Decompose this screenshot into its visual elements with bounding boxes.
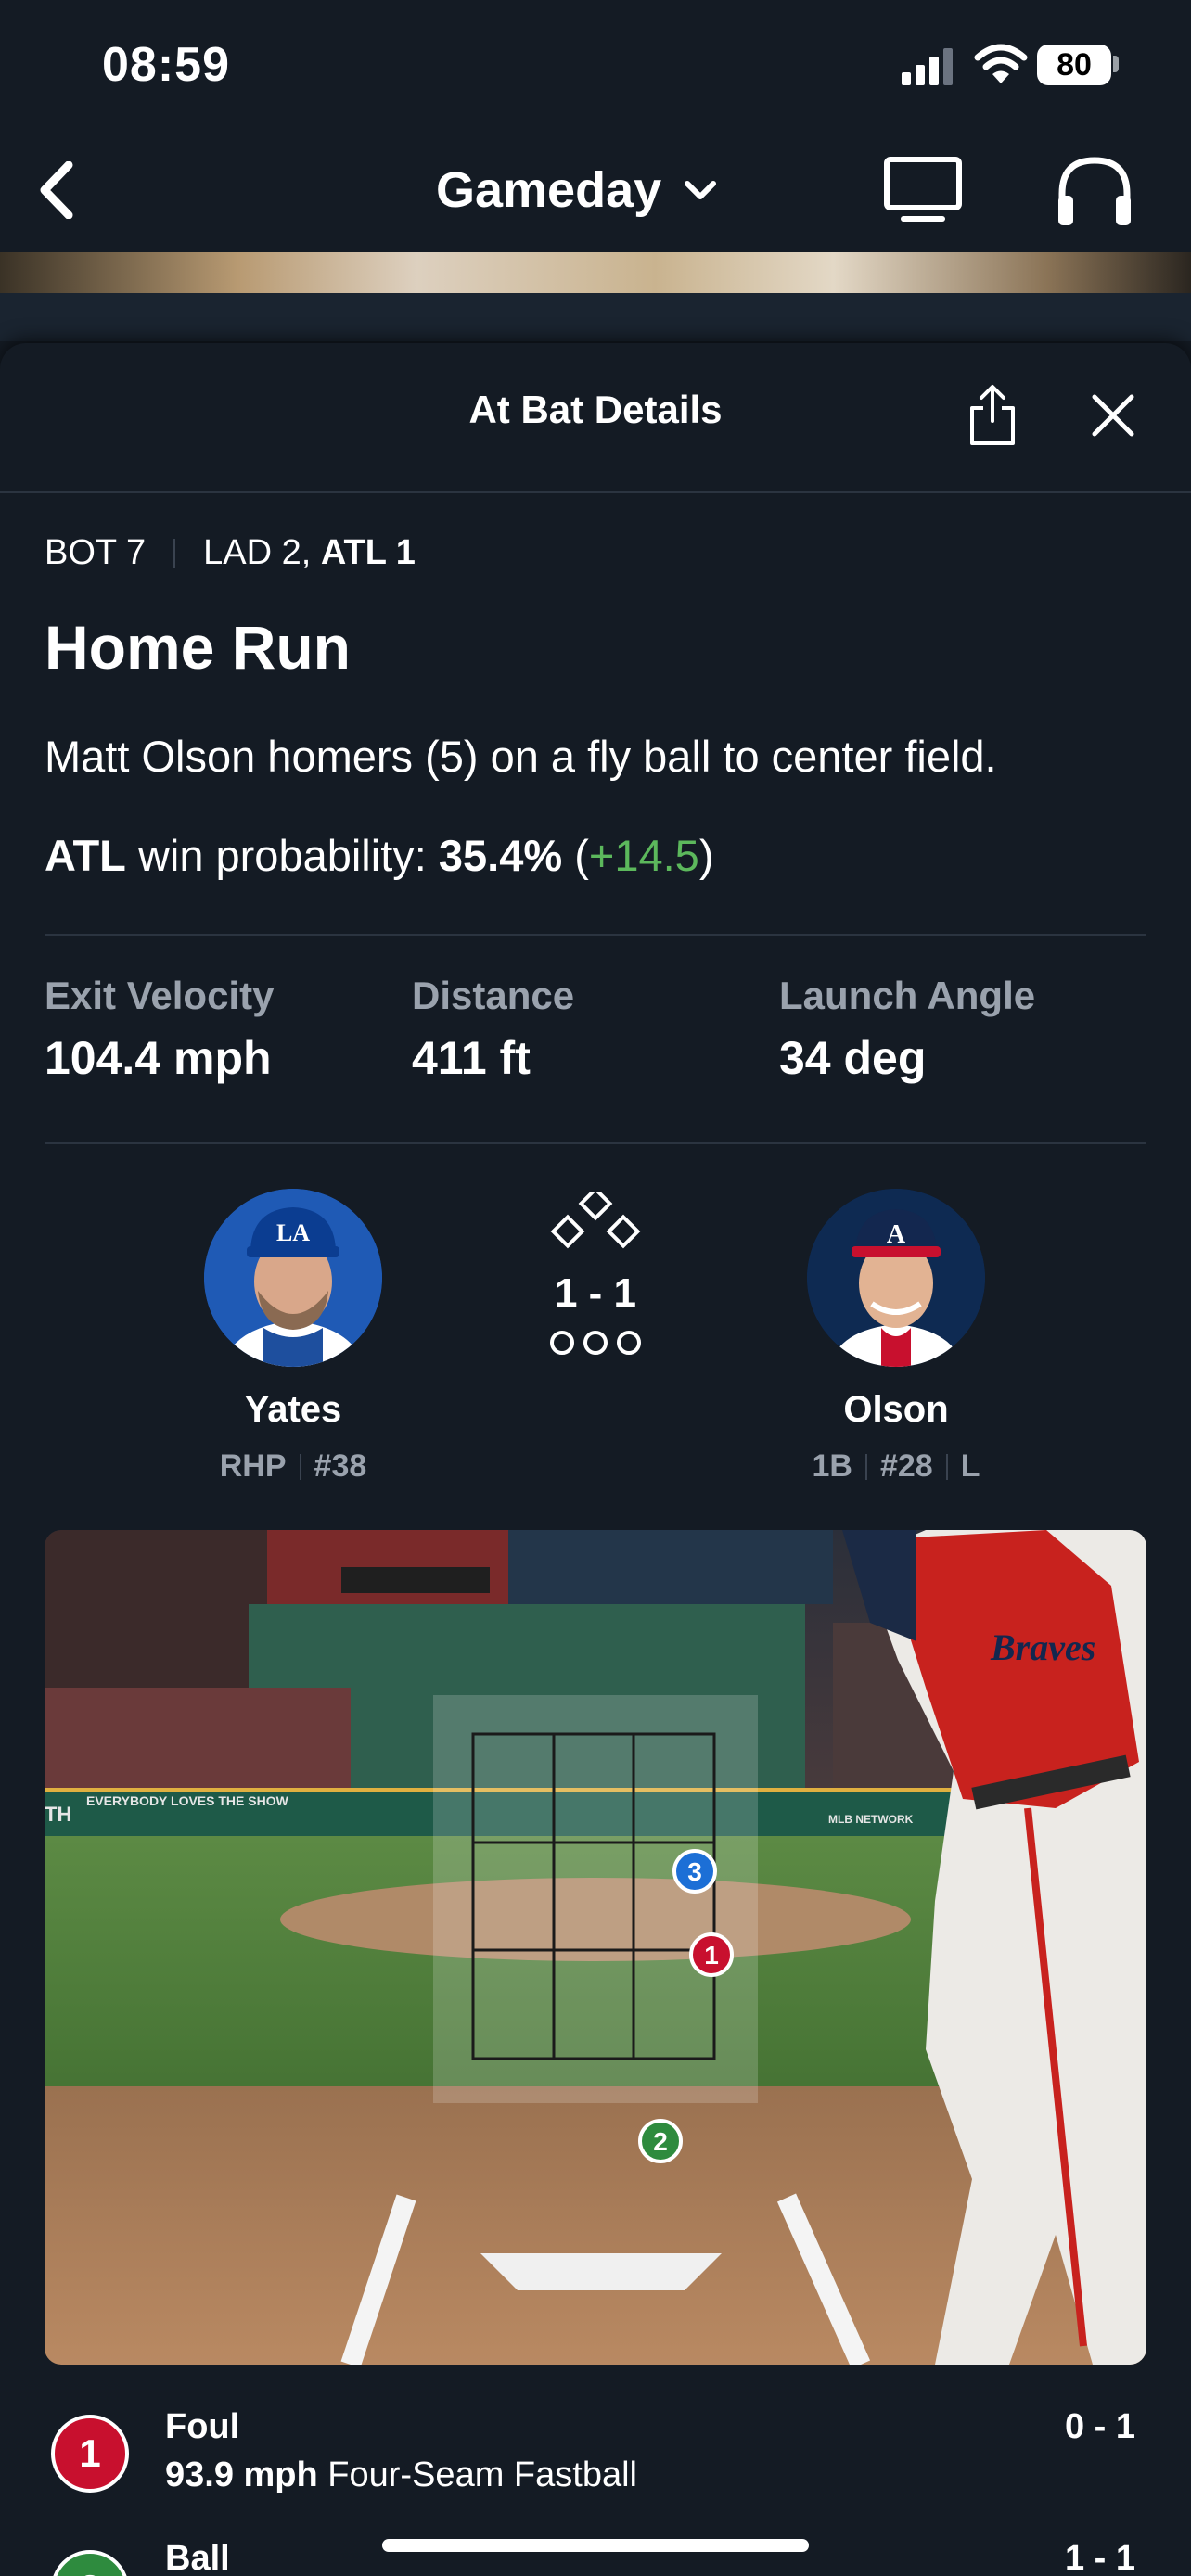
back-button[interactable] [28, 153, 83, 227]
home-score: ATL 1 [320, 533, 416, 572]
stadium-banner-text: EVERYBODY LOVES THE SHOW [86, 1793, 289, 1808]
battery-cap [1113, 56, 1119, 72]
stat-launch-angle: Launch Angle 34 deg [779, 974, 1035, 1085]
win-prob-value: 35.4% [438, 831, 563, 880]
close-icon[interactable] [1085, 388, 1141, 443]
jersey-logo-text: Braves [990, 1626, 1095, 1668]
nav-title: Gameday [436, 162, 662, 218]
batter-bats: L [960, 1448, 980, 1484]
stat-distance: Distance 411 ft [412, 974, 574, 1085]
pitch-result: Foul [165, 2407, 240, 2446]
separator [173, 538, 176, 568]
divider [0, 491, 1191, 493]
play-headline: Home Run [45, 613, 351, 682]
pitcher-avatar[interactable]: LA [204, 1189, 382, 1367]
pitch-marker-3[interactable]: 3 [672, 1849, 717, 1894]
separator [299, 1453, 301, 1480]
inning-score-line: BOT 7 LAD 2, ATL 1 [45, 533, 416, 573]
play-description: Matt Olson homers (5) on a fly ball to c… [45, 732, 997, 781]
win-probability: ATL win probability: 35.4% (+14.5) [45, 830, 713, 881]
win-prob-team: ATL [45, 831, 126, 880]
divider [45, 1142, 1146, 1144]
svg-text:1: 1 [704, 1941, 719, 1970]
cellular-signal-icon [902, 48, 953, 85]
stat-value: 104.4 mph [45, 1032, 272, 1084]
pitcher-name[interactable]: Yates [145, 1389, 442, 1431]
chevron-down-icon [685, 181, 717, 199]
chevron-left-icon [40, 161, 73, 219]
svg-text:A: A [887, 1220, 906, 1249]
pitch-result: Ball [165, 2539, 230, 2576]
wall-text: TH [45, 1803, 71, 1826]
stadium-scene-image: EVERYBODY LOVES THE SHOW TH MLB NETWORK … [45, 1530, 1146, 2365]
status-time: 08:59 [102, 38, 230, 92]
outs-indicator-icon [550, 1331, 641, 1355]
pitch-number-badge: 1 [51, 2415, 129, 2493]
video-preview-strip[interactable] [0, 252, 1191, 293]
stat-value: 34 deg [779, 1032, 927, 1084]
ball-strike-count: 1 - 1 [554, 1270, 637, 1316]
batter-headshot-image: A [807, 1189, 985, 1367]
bases-diamond-icon [550, 1192, 641, 1249]
tv-icon[interactable] [881, 156, 965, 224]
pitch-speed: 93.9 mph [165, 2455, 318, 2494]
stat-label: Launch Angle [779, 974, 1036, 1017]
batter-meta: 1B #28 L [748, 1448, 1044, 1485]
stat-label: Distance [412, 974, 575, 1017]
home-indicator[interactable] [382, 2539, 809, 2552]
pitcher-meta: RHP #38 [145, 1448, 442, 1485]
batter-position: 1B [812, 1448, 852, 1484]
separator [864, 1453, 867, 1480]
battery-icon: 80 [1037, 45, 1111, 85]
share-icon[interactable] [965, 382, 1020, 447]
pitcher-headshot-image: LA [204, 1189, 382, 1367]
batter-avatar[interactable]: A [807, 1189, 985, 1367]
gameday-dropdown[interactable]: Gameday [436, 156, 717, 224]
svg-text:3: 3 [687, 1857, 702, 1886]
separator [945, 1453, 948, 1480]
stat-exit-velocity: Exit Velocity 104.4 mph [45, 974, 274, 1085]
pitch-marker-2[interactable]: 2 [638, 2119, 683, 2163]
pitch-location-visual[interactable]: EVERYBODY LOVES THE SHOW TH MLB NETWORK … [45, 1530, 1146, 2365]
away-score: LAD 2, [203, 533, 312, 572]
win-prob-paren-open: ( [574, 831, 589, 880]
svg-text:2: 2 [653, 2127, 668, 2156]
stat-label: Exit Velocity [45, 974, 275, 1017]
pitch-count: 0 - 1 [1064, 2407, 1135, 2446]
pitch-marker-1[interactable]: 1 [689, 1932, 734, 1977]
pitch-detail: 93.9 mph Four-Seam Fastball [165, 2455, 637, 2495]
win-prob-paren-close: ) [698, 831, 714, 880]
inning-label: BOT 7 [45, 533, 147, 572]
win-prob-delta: +14.5 [588, 831, 699, 880]
pitch-number-badge: 2 [51, 2550, 129, 2576]
stat-value: 411 ft [412, 1032, 531, 1084]
pitch-list-item[interactable]: 1 Foul 93.9 mph Four-Seam Fastball 0 - 1 [0, 2398, 1191, 2509]
win-prob-label: win probability: [137, 831, 427, 880]
pitch-count: 1 - 1 [1064, 2539, 1135, 2576]
wifi-icon [974, 44, 1028, 83]
headphones-icon[interactable] [1053, 153, 1136, 227]
pitcher-number: #38 [314, 1448, 367, 1484]
network-sign: MLB NETWORK [828, 1813, 914, 1826]
svg-text:LA: LA [276, 1219, 310, 1246]
batter-number: #28 [879, 1448, 933, 1484]
batter-name[interactable]: Olson [748, 1389, 1044, 1431]
pitcher-hand: RHP [219, 1448, 287, 1484]
video-preview-shadow [0, 293, 1191, 341]
pitch-type: Four-Seam Fastball [327, 2455, 637, 2494]
divider [45, 934, 1146, 936]
